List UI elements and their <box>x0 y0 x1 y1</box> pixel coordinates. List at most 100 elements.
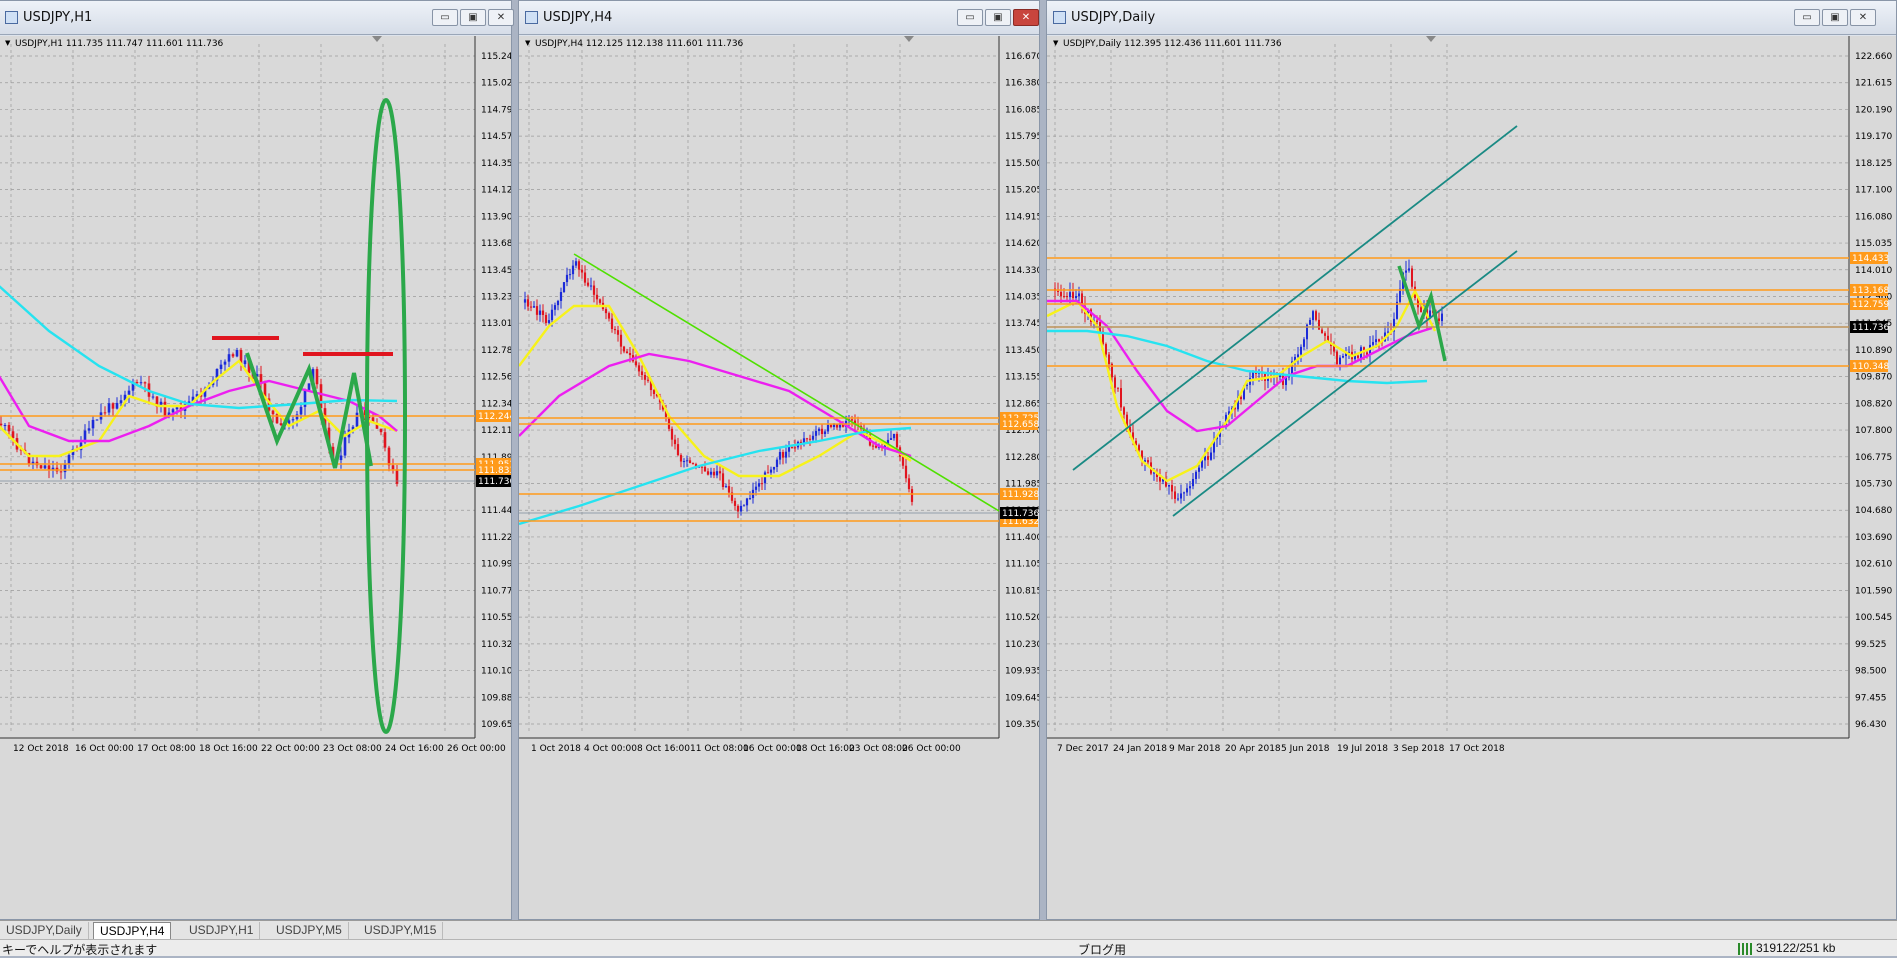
candle <box>1117 387 1119 389</box>
price-axis-label: 108.820 <box>1855 399 1892 409</box>
price-axis-label: 112.865 <box>1005 399 1039 409</box>
time-axis-label: 23 Oct 08:00 <box>849 744 908 754</box>
candle <box>592 285 596 295</box>
price-axis-label: 96.430 <box>1855 720 1887 730</box>
chart-window-icon <box>525 11 538 24</box>
candle <box>279 423 283 426</box>
candle <box>163 401 167 416</box>
restore-button[interactable]: ▣ <box>985 9 1011 26</box>
price-axis-label: 116.670 <box>1005 52 1039 62</box>
candle <box>299 406 303 415</box>
candle <box>709 471 713 475</box>
tab-usdjpy-h4[interactable]: USDJPY,H4 <box>93 922 172 939</box>
candle <box>1375 339 1377 343</box>
price-chart-h1[interactable]: 115.245 115.020 114.795 114.570 114.350 114.1… <box>0 36 511 919</box>
price-axis-label: 122.660 <box>1855 52 1892 62</box>
price-axis-label: 114.035 <box>1005 292 1039 302</box>
candle <box>1420 307 1422 312</box>
chart-area-daily[interactable]: 122.660 121.615 120.190 119.170 118.125 117.1… <box>1047 36 1896 919</box>
tab-usdjpy-m15[interactable]: USDJPY,M15 <box>358 922 444 939</box>
restore-button[interactable]: ▣ <box>460 9 486 26</box>
price-chart-h4[interactable]: 116.670 116.380 116.085 115.795 115.500 115.2… <box>519 36 1039 919</box>
close-button[interactable]: ✕ <box>1013 9 1039 26</box>
candle <box>1303 339 1305 347</box>
price-axis-label: 98.500 <box>1855 667 1887 677</box>
tab-usdjpy-m5[interactable]: USDJPY,M5 <box>270 922 349 939</box>
price-axis-label: 113.745 <box>1005 319 1039 329</box>
candle <box>526 299 530 307</box>
price-axis-label: 102.610 <box>1855 560 1892 570</box>
chart-menu-icon: ▼ <box>1053 39 1059 47</box>
candle <box>586 282 590 286</box>
chart-area-h4[interactable]: 116.670 116.380 116.085 115.795 115.500 115.2… <box>519 36 1039 919</box>
level-price-text: 110.348 <box>1852 362 1889 372</box>
candle <box>793 447 797 449</box>
window-titlebar-h1[interactable]: USDJPY,H1 ▭ ▣ ✕ <box>0 1 514 35</box>
chart-window-h4[interactable]: USDJPY,H4 ▭ ▣ ✕ 116.670 116.380 116.085 115… <box>518 0 1040 920</box>
candle <box>87 428 91 431</box>
price-axis-label: 115.205 <box>1005 186 1039 196</box>
time-axis-label: 24 Oct 16:00 <box>385 744 444 754</box>
restore-button[interactable]: ▣ <box>1822 9 1848 26</box>
price-axis-label: 114.330 <box>1005 266 1039 276</box>
candle <box>667 417 671 429</box>
candle <box>1069 292 1071 298</box>
candle <box>814 430 818 436</box>
candle <box>724 486 728 488</box>
candle <box>1312 311 1314 321</box>
candle <box>823 431 827 435</box>
candle <box>547 320 551 323</box>
minimize-button[interactable]: ▭ <box>432 9 458 26</box>
price-axis-label: 107.800 <box>1855 426 1892 436</box>
candle <box>1120 388 1122 408</box>
ma-fast-line <box>0 359 398 458</box>
candle <box>616 330 620 335</box>
time-axis-label: 5 Jun 2018 <box>1281 744 1330 754</box>
ma-fast-line <box>519 304 912 478</box>
candle <box>1300 346 1302 355</box>
tab-usdjpy-daily[interactable]: USDJPY,Daily <box>0 922 89 939</box>
candle <box>1183 492 1185 494</box>
wave-drawing <box>245 352 373 469</box>
price-axis-label: 104.680 <box>1855 506 1892 516</box>
candle <box>139 382 143 384</box>
candle <box>910 489 914 502</box>
chart-area-h1[interactable]: 115.245 115.020 114.795 114.570 114.350 114.1… <box>0 36 511 919</box>
candle <box>628 353 632 356</box>
price-axis-label: 110.520 <box>1005 613 1039 623</box>
price-axis-label: 114.915 <box>1005 212 1039 222</box>
price-axis-label: 110.325 <box>481 640 511 650</box>
close-button[interactable]: ✕ <box>1850 9 1876 26</box>
price-axis-label: 116.080 <box>1855 212 1892 222</box>
price-axis-label: 115.500 <box>1005 159 1039 169</box>
window-title-daily: USDJPY,Daily <box>1071 10 1156 25</box>
candle <box>742 505 746 507</box>
candle <box>1321 329 1323 334</box>
time-axis-label: 11 Oct 08:00 <box>690 744 749 754</box>
minimize-button[interactable]: ▭ <box>957 9 983 26</box>
window-titlebar-daily[interactable]: USDJPY,Daily ▭ ▣ ✕ <box>1047 1 1896 35</box>
price-axis-label: 116.380 <box>1005 79 1039 89</box>
candle <box>625 351 629 354</box>
chart-window-daily[interactable]: USDJPY,Daily ▭ ▣ ✕ 122.660 121.615 120.190… <box>1046 0 1897 920</box>
candle <box>343 437 347 456</box>
close-button[interactable]: ✕ <box>488 9 514 26</box>
candle <box>769 469 773 473</box>
time-axis-label: 18 Oct 16:00 <box>199 744 258 754</box>
candle <box>682 461 686 463</box>
candle <box>1342 356 1344 358</box>
minimize-button[interactable]: ▭ <box>1794 9 1820 26</box>
candle <box>175 407 179 410</box>
price-axis-label: 113.450 <box>1005 346 1039 356</box>
window-titlebar-h4[interactable]: USDJPY,H4 ▭ ▣ ✕ <box>519 1 1039 35</box>
candle <box>559 292 563 301</box>
tab-usdjpy-h1[interactable]: USDJPY,H1 <box>183 922 261 939</box>
price-axis-label: 120.190 <box>1855 105 1892 115</box>
chart-window-h1[interactable]: USDJPY,H1 ▭ ▣ ✕ 115.245 115.020 114.795 114… <box>0 0 514 920</box>
price-axis-label: 112.785 <box>481 346 511 356</box>
chart-window-icon <box>1053 11 1066 24</box>
price-chart-daily[interactable]: 122.660 121.615 120.190 119.170 118.125 117.1… <box>1047 36 1896 919</box>
candle <box>745 498 749 506</box>
status-connection-icon <box>1738 943 1752 955</box>
candle <box>235 350 239 357</box>
